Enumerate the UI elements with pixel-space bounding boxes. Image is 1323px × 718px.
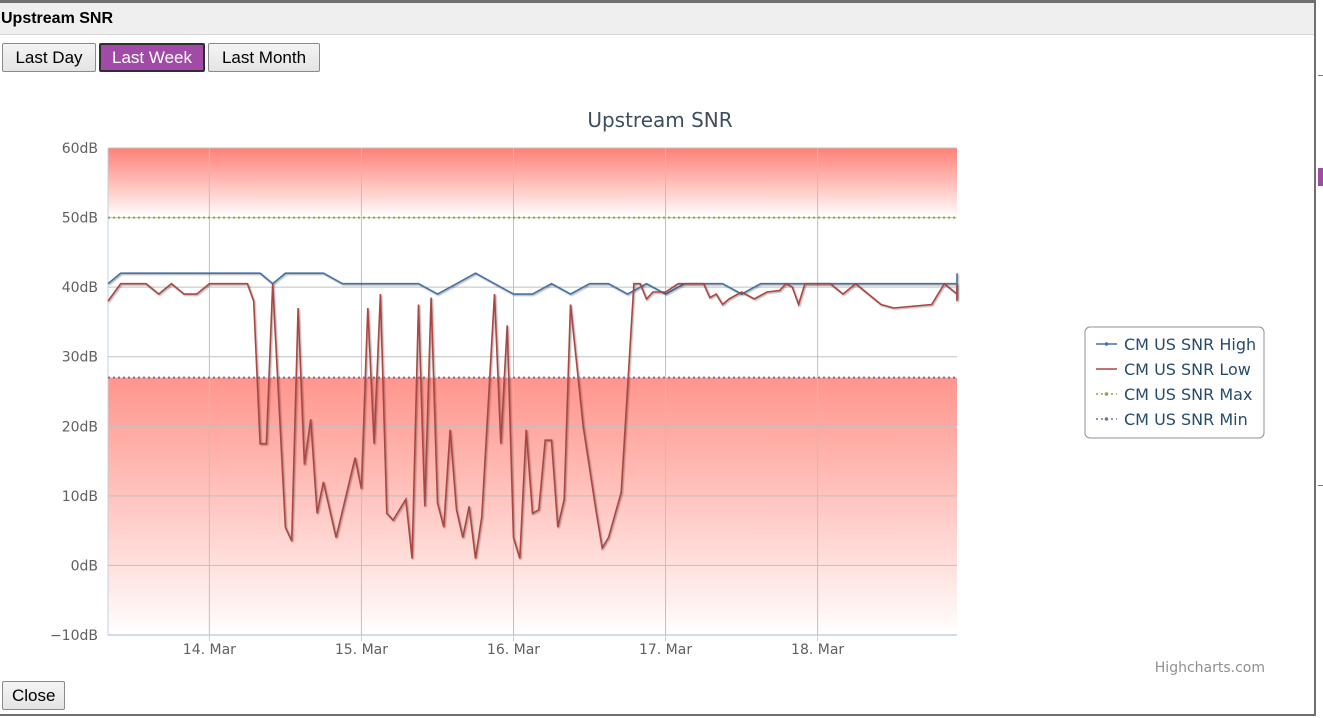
highcharts-credit[interactable]: Highcharts.com	[1155, 660, 1265, 676]
chart-legend: CM US SNR High CM US SNR Low CM US SNR Max…	[1084, 326, 1265, 439]
background-divider	[1318, 485, 1323, 486]
x-tick-label: 14. Mar	[183, 642, 236, 658]
last-day-button[interactable]: Last Day	[2, 43, 96, 72]
x-tick-label: 17. Mar	[639, 642, 692, 658]
y-tick-label: 30dB	[62, 350, 98, 366]
x-tick-label: 16. Mar	[487, 642, 540, 658]
snr-chart: Upstream SNR −10dB 0dB 10dB 20dB 30dB 40dB 50d…	[50, 108, 1265, 676]
plot-band	[108, 148, 957, 218]
y-tick-label: 60dB	[62, 141, 98, 157]
x-tick-label: 15. Mar	[335, 642, 388, 658]
legend-item-label: CM US SNR Min	[1124, 410, 1248, 429]
y-tick-label: 50dB	[62, 211, 98, 227]
y-tick-label: 20dB	[62, 419, 98, 435]
legend-marker	[1104, 392, 1109, 396]
background-divider	[1318, 75, 1323, 76]
legend-item-label: CM US SNR Max	[1124, 385, 1252, 404]
dialog-title: Upstream SNR	[1, 10, 114, 27]
last-month-button[interactable]: Last Month	[208, 43, 320, 72]
legend-item-label: CM US SNR High	[1124, 335, 1256, 354]
background-tab-marker	[1318, 168, 1323, 186]
series-line-1	[107, 272, 958, 299]
y-tick-label: 10dB	[62, 489, 98, 505]
y-tick-label: 0dB	[71, 558, 98, 574]
y-tick-label: −10dB	[50, 628, 98, 644]
x-tick-label: 18. Mar	[791, 642, 844, 658]
last-week-button[interactable]: Last Week	[99, 43, 205, 72]
upstream-snr-dialog: Upstream SNR Last Day Last Week Last Mon…	[0, 0, 1316, 716]
dialog-titlebar[interactable]: Upstream SNR	[0, 3, 1314, 35]
page-right-edge	[1318, 0, 1323, 718]
legend-item-label: CM US SNR Low	[1124, 360, 1251, 379]
close-button[interactable]: Close	[2, 681, 66, 710]
legend-marker	[1104, 417, 1109, 421]
y-tick-label: 40dB	[62, 280, 98, 296]
chart-title: Upstream SNR	[587, 108, 732, 132]
legend-marker	[1104, 342, 1109, 346]
